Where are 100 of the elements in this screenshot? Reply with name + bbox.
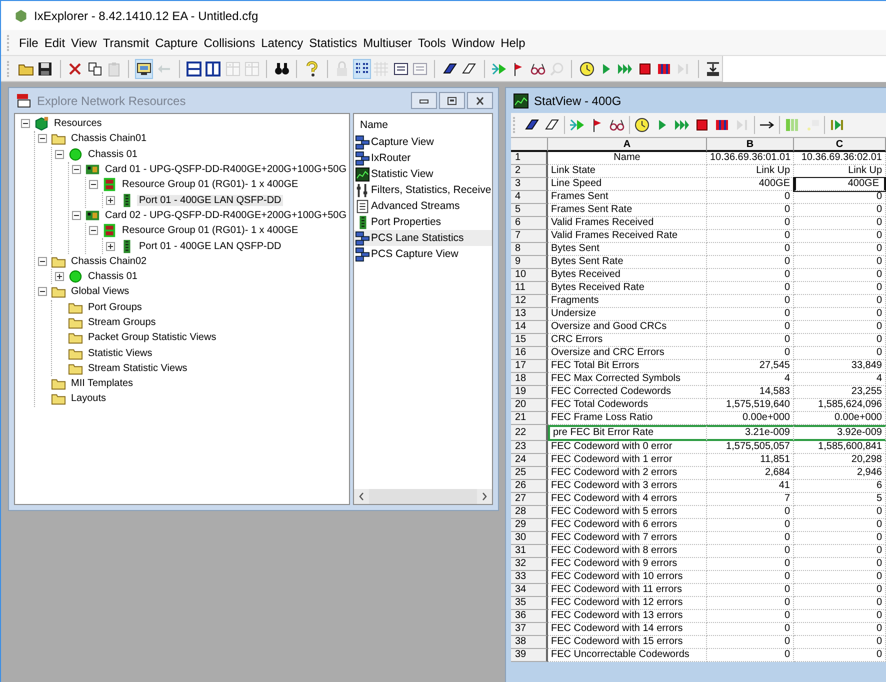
table-cell: Oversize and Good CRCs bbox=[548, 321, 707, 334]
tree-item[interactable]: Port 01 - 400GE LAN QSFP-DD bbox=[137, 194, 284, 206]
table-cell: 6 bbox=[794, 480, 886, 493]
row-number: 8 bbox=[511, 243, 548, 256]
table-cell: 0 bbox=[707, 217, 794, 230]
menu-item[interactable]: Latency bbox=[258, 36, 306, 50]
table-cell: FEC Codeword with 7 errors bbox=[548, 532, 707, 545]
list-item[interactable]: Capture View bbox=[354, 134, 492, 150]
tree-item[interactable]: Layouts bbox=[69, 393, 108, 404]
table-cell: FEC Codeword with 2 errors bbox=[548, 467, 707, 480]
tree-item[interactable]: Resource Group 01 (RG01)- 1 x 400GE bbox=[120, 179, 300, 190]
column-header[interactable]: A bbox=[548, 138, 707, 152]
row-number: 34 bbox=[511, 584, 548, 597]
menu-item[interactable]: Transmit bbox=[100, 36, 152, 50]
table-cell: FEC Codeword with 14 errors bbox=[548, 623, 707, 636]
list-item[interactable]: Advanced Streams bbox=[354, 198, 492, 214]
table-cell: 0 bbox=[794, 506, 886, 519]
tree-item[interactable]: Statistic Views bbox=[86, 348, 154, 359]
column-header[interactable]: C bbox=[794, 138, 886, 152]
table-cell: 0 bbox=[707, 204, 794, 217]
row-number: 13 bbox=[511, 308, 548, 321]
table-cell: 0 bbox=[707, 558, 794, 571]
table-cell: FEC Codeword with 1 error bbox=[548, 454, 707, 467]
table-cell: Frames Sent Rate bbox=[548, 204, 707, 217]
menu-item[interactable]: Multiuser bbox=[360, 36, 415, 50]
table-cell: Bytes Received bbox=[548, 269, 707, 282]
window-title: StatView - 400G bbox=[534, 94, 622, 108]
row-number: 39 bbox=[511, 649, 548, 662]
table-cell: 0 bbox=[794, 256, 886, 269]
table-cell: 33,849 bbox=[794, 360, 886, 373]
table-cell: 0 bbox=[707, 295, 794, 308]
table-cell: 0 bbox=[794, 282, 886, 295]
menu-item[interactable]: Help bbox=[498, 36, 528, 50]
list-item[interactable]: PCS Lane Statistics bbox=[354, 230, 492, 246]
column-header[interactable]: B bbox=[707, 138, 794, 152]
table-cell: 0 bbox=[707, 636, 794, 649]
table-cell: 5 bbox=[794, 493, 886, 506]
table-cell: 0 bbox=[707, 506, 794, 519]
table-cell: 0 bbox=[707, 519, 794, 532]
table-cell: Valid Frames Received bbox=[548, 217, 707, 230]
table-cell: Oversize and CRC Errors bbox=[548, 347, 707, 360]
table-cell: FEC Codeword with 13 errors bbox=[548, 610, 707, 623]
menu-item[interactable]: Collisions bbox=[200, 36, 258, 50]
tree-item[interactable]: MII Templates bbox=[69, 378, 136, 390]
table-cell: 0 bbox=[794, 347, 886, 360]
table-cell: 0 bbox=[794, 584, 886, 597]
table-cell: 0 bbox=[794, 295, 886, 308]
list-item[interactable]: PCS Capture View bbox=[354, 246, 492, 262]
table-cell: 0 bbox=[707, 269, 794, 282]
table-cell: Frames Sent bbox=[548, 191, 707, 204]
list-item[interactable]: IxRouter bbox=[354, 150, 492, 166]
table-cell: 3.21e-009 bbox=[707, 425, 794, 441]
table-cell: 0 bbox=[794, 230, 886, 243]
tree-item[interactable]: Stream Statistic Views bbox=[86, 362, 190, 374]
table-cell: 0 bbox=[794, 519, 886, 532]
row-number: 14 bbox=[511, 321, 548, 334]
tree-item[interactable]: Port Groups bbox=[86, 302, 144, 313]
table-cell: Fragments bbox=[548, 295, 707, 308]
table-cell: 20,298 bbox=[794, 454, 886, 467]
table-cell: 1,575,505,057 bbox=[707, 441, 794, 454]
table-cell: FEC Total Bit Errors bbox=[548, 360, 707, 373]
tree-item[interactable]: Resource Group 01 (RG01)- 1 x 400GE bbox=[120, 225, 300, 236]
tree-item[interactable]: Card 02 - UPG-QSFP-DD-R400GE+200G+100G+50G bbox=[103, 210, 348, 221]
row-number: 7 bbox=[511, 230, 548, 243]
list-item[interactable]: Statistic View bbox=[354, 166, 492, 182]
table-cell: 0 bbox=[794, 269, 886, 282]
menu-item[interactable]: Statistics bbox=[306, 36, 360, 50]
menu-item[interactable]: Window bbox=[448, 36, 498, 50]
column-header[interactable]: Name bbox=[354, 114, 492, 134]
table-cell: 11,851 bbox=[707, 454, 794, 467]
menu-item[interactable]: File bbox=[16, 36, 42, 50]
tree-item[interactable]: Chassis 01 bbox=[86, 148, 140, 160]
row-number: 17 bbox=[511, 360, 548, 373]
row-number: 33 bbox=[511, 571, 548, 584]
menu-item[interactable]: View bbox=[68, 36, 100, 50]
tree-item[interactable]: Packet Group Statistic Views bbox=[86, 332, 218, 344]
tree-item[interactable]: Chassis Chain01 bbox=[69, 133, 149, 144]
table-cell: 0 bbox=[707, 571, 794, 584]
tree-item[interactable]: Card 01 - UPG-QSFP-DD-R400GE+200G+100G+50G bbox=[103, 164, 348, 176]
list-item[interactable]: Port Properties bbox=[354, 214, 492, 230]
menu-item[interactable]: Tools bbox=[414, 36, 449, 50]
table-cell: FEC Codeword with 4 errors bbox=[548, 493, 707, 506]
table-cell: 0 bbox=[794, 610, 886, 623]
tree-item[interactable]: Port 01 - 400GE LAN QSFP-DD bbox=[137, 240, 284, 252]
list-item[interactable]: Filters, Statistics, Receive bbox=[354, 182, 492, 198]
table-cell: 0 bbox=[707, 243, 794, 256]
table-cell: 41 bbox=[707, 480, 794, 493]
tree-item[interactable]: Resources bbox=[52, 118, 104, 130]
table-cell: 27,545 bbox=[707, 360, 794, 373]
row-number: 25 bbox=[511, 467, 548, 480]
row-number: 30 bbox=[511, 532, 548, 545]
row-number: 10 bbox=[511, 269, 548, 282]
table-cell: 0 bbox=[707, 545, 794, 558]
tree-item[interactable]: Stream Groups bbox=[86, 317, 158, 328]
tree-item[interactable]: Chassis Chain02 bbox=[69, 256, 149, 267]
tree-item[interactable]: Chassis 01 bbox=[86, 271, 140, 282]
row-number: 22 bbox=[511, 425, 548, 441]
tree-item[interactable]: Global Views bbox=[69, 286, 132, 298]
menu-item[interactable]: Edit bbox=[41, 36, 68, 50]
menu-item[interactable]: Capture bbox=[152, 36, 201, 50]
